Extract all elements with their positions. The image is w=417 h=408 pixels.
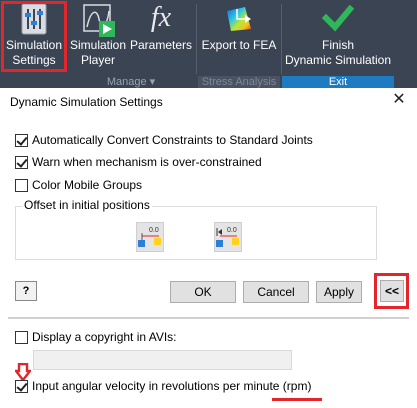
warn-overconstrained-checkbox[interactable] (15, 155, 28, 169)
checkmark-icon (322, 4, 354, 32)
ok-button[interactable]: OK (170, 281, 236, 303)
offset-groupbox (15, 206, 377, 260)
export-fea-icon (227, 7, 251, 31)
close-icon[interactable]: ✕ (389, 91, 409, 111)
color-mobile-groups-label: Color Mobile Groups (32, 178, 143, 192)
rpm-option[interactable]: Input angular velocity in revolutions pe… (15, 378, 311, 394)
parameters-button[interactable]: fx Parameters (128, 0, 194, 80)
offset-button-2[interactable]: 0.0 (214, 222, 242, 252)
copyright-option[interactable]: Display a copyright in AVIs: (15, 329, 177, 345)
dynamic-simulation-settings-dialog: Dynamic Simulation Settings ✕ Automatica… (0, 88, 417, 408)
rpm-label: Input angular velocity in revolutions pe… (32, 379, 312, 393)
dialog-title: Dynamic Simulation Settings (10, 95, 163, 109)
rpm-checkbox[interactable] (15, 379, 28, 393)
offset-value-1: 0.0 (149, 227, 159, 234)
finish-label: Finish (321, 38, 354, 52)
stress-analysis-group-label: Stress Analysis (201, 76, 277, 88)
rpm-underline (272, 398, 322, 401)
collapse-highlight-frame (374, 273, 409, 309)
finish-label-2: Dynamic Simulation (284, 53, 392, 67)
cancel-button[interactable]: Cancel (243, 281, 309, 303)
exit-group-label: Exit (282, 76, 394, 88)
auto-convert-label: Automatically Convert Constraints to Sta… (32, 133, 313, 147)
simulation-player-icon (83, 4, 115, 37)
offset-value-2: 0.0 (227, 227, 237, 234)
highlight-frame (1, 1, 67, 72)
warn-overconstrained-option[interactable]: Warn when mechanism is over-constrained (15, 154, 262, 170)
copyright-input[interactable] (33, 350, 292, 370)
copyright-checkbox[interactable] (15, 330, 28, 344)
auto-convert-checkbox[interactable] (15, 133, 28, 147)
manage-group-label[interactable]: Manage ▾ (66, 76, 196, 88)
fx-icon: fx (150, 2, 172, 33)
ribbon: Simulation Settings Simulation Player fx… (0, 0, 417, 88)
offset-group-label: Offset in initial positions (22, 198, 152, 212)
offset-button-1[interactable]: 0.0 (136, 222, 164, 252)
simulation-player-label: Simulation (69, 38, 127, 52)
divider (8, 317, 409, 319)
color-mobile-groups-option[interactable]: Color Mobile Groups (15, 177, 142, 193)
finish-dynamic-simulation-button[interactable]: Finish Dynamic Simulation (282, 0, 394, 80)
export-to-fea-button[interactable]: Export to FEA (198, 0, 280, 80)
apply-button[interactable]: Apply (316, 281, 362, 303)
color-mobile-groups-checkbox[interactable] (15, 178, 28, 192)
help-icon[interactable]: ? (15, 281, 37, 301)
offset-icon: 0.0 (138, 227, 161, 247)
ribbon-separator (196, 4, 197, 74)
warn-overconstrained-label: Warn when mechanism is over-constrained (32, 155, 262, 169)
export-to-fea-label: Export to FEA (201, 38, 277, 52)
offset-icon: 0.0 (216, 227, 239, 247)
copyright-label: Display a copyright in AVIs: (32, 330, 177, 344)
parameters-label: Parameters (129, 38, 193, 52)
simulation-player-button[interactable]: Simulation Player (66, 0, 130, 80)
auto-convert-option[interactable]: Automatically Convert Constraints to Sta… (15, 132, 313, 148)
simulation-player-label-2: Player (80, 53, 115, 67)
